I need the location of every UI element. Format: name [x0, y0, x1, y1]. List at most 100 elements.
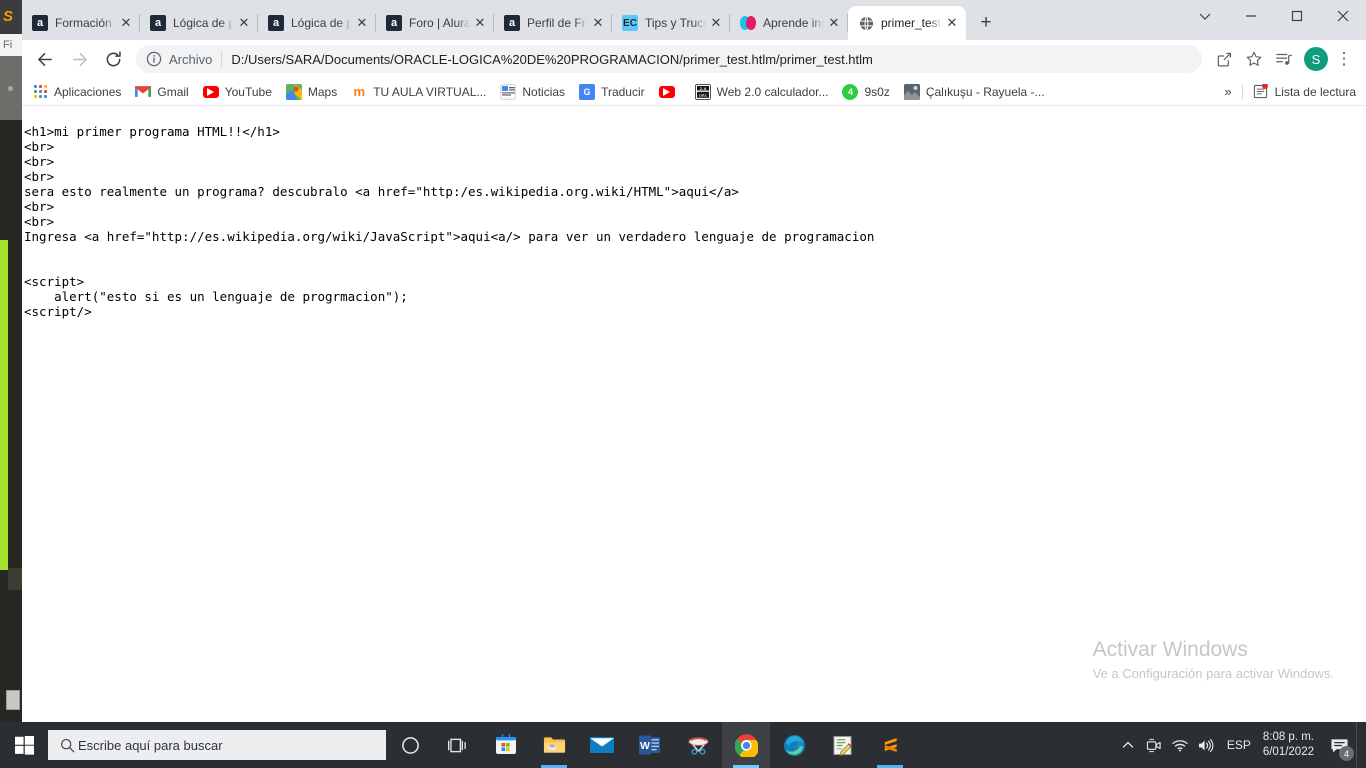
bookmark-youtube-2[interactable]	[658, 85, 681, 98]
sublime-scrollbar[interactable]	[6, 690, 20, 710]
file-explorer-icon[interactable]	[530, 722, 578, 768]
alura-icon: a	[32, 15, 48, 31]
browser-tab[interactable]: a Formación Pr ✕	[22, 6, 140, 40]
reading-list-panel-icon	[1253, 83, 1269, 100]
close-tab-icon[interactable]: ✕	[118, 15, 134, 31]
back-button[interactable]	[30, 44, 60, 74]
browser-toolbar: Archivo D:/Users/SARA/Documents/ORACLE-L…	[22, 40, 1366, 78]
edge-icon[interactable]	[770, 722, 818, 768]
mail-icon[interactable]	[578, 722, 626, 768]
minimize-window-button[interactable]	[1228, 0, 1274, 32]
chrome-menu-icon[interactable]: ⋮	[1330, 45, 1358, 73]
bookmark-label: YouTube	[224, 84, 272, 99]
tab-title: Perfil de Fran	[527, 16, 588, 30]
browser-tab-active[interactable]: primer_test.h ✕	[848, 6, 966, 40]
profile-avatar[interactable]: S	[1304, 47, 1328, 71]
google-translate-icon: G	[579, 83, 596, 100]
sublime-text-icon: S	[3, 8, 14, 25]
close-window-button[interactable]	[1320, 0, 1366, 32]
language-indicator[interactable]: ESP	[1219, 738, 1259, 752]
green-circle-icon: 4	[842, 83, 859, 100]
close-tab-icon[interactable]: ✕	[826, 15, 842, 31]
reading-list-button[interactable]: Lista de lectura	[1253, 83, 1356, 100]
globe-icon	[858, 15, 874, 31]
tray-overflow-icon[interactable]	[1115, 722, 1141, 768]
maximize-window-button[interactable]	[1274, 0, 1320, 32]
task-view-icon[interactable]	[434, 722, 482, 768]
snipping-tool-icon[interactable]	[674, 722, 722, 768]
cortana-icon[interactable]	[386, 722, 434, 768]
windows-activation-watermark: Activar Windows Ve a Configuración para …	[1093, 636, 1334, 684]
new-tab-button[interactable]: +	[972, 9, 1000, 37]
bookmark-youtube[interactable]: YouTube	[202, 84, 272, 99]
notepad-app-icon[interactable]	[818, 722, 866, 768]
bookmark-traducir[interactable]: G Traducir	[579, 83, 645, 100]
bookmark-label: Traducir	[601, 84, 645, 99]
microsoft-store-icon[interactable]	[482, 722, 530, 768]
bookmark-label: Maps	[307, 84, 338, 99]
youtube-icon	[202, 85, 219, 98]
browser-tab[interactable]: EC Tips y Trucos ✕	[612, 6, 730, 40]
speaker-icon[interactable]	[1193, 722, 1219, 768]
bookmark-label: Gmail	[157, 84, 189, 99]
browser-tab[interactable]: a Perfil de Fran ✕	[494, 6, 612, 40]
close-tab-icon[interactable]: ✕	[354, 15, 370, 31]
start-button[interactable]	[0, 722, 48, 768]
sublime-titlebar[interactable]: S	[0, 0, 22, 34]
close-tab-icon[interactable]: ✕	[472, 15, 488, 31]
browser-tab[interactable]: Aprende ingl ✕	[730, 6, 848, 40]
star-icon[interactable]	[1240, 45, 1268, 73]
forward-button[interactable]	[64, 44, 94, 74]
close-tab-icon[interactable]: ✕	[590, 15, 606, 31]
alura-icon: a	[386, 15, 402, 31]
alura-icon: a	[504, 15, 520, 31]
bookmark-label: TU AULA VIRTUAL...	[373, 84, 487, 99]
bookmark-label: Web 2.0 calculador...	[716, 84, 829, 99]
bookmark-noticias[interactable]: Noticias	[500, 83, 565, 100]
list-all-tabs-icon[interactable]	[1182, 0, 1228, 32]
google-news-icon	[500, 83, 517, 100]
alura-icon: a	[268, 15, 284, 31]
tab-title: Lógica de pro	[291, 16, 352, 30]
close-tab-icon[interactable]: ✕	[708, 15, 724, 31]
bookmarks-bar: Aplicaciones Gmail YouTube Maps m TU AUL…	[22, 78, 1366, 106]
bookmark-web20-calculator[interactable]: 2.0 calc Web 2.0 calculador...	[694, 83, 829, 100]
tab-title: Tips y Trucos	[645, 16, 706, 30]
close-tab-icon[interactable]: ✕	[944, 15, 960, 31]
close-tab-icon[interactable]: ✕	[236, 15, 252, 31]
browser-tab[interactable]: a Lógica de pro ✕	[258, 6, 376, 40]
browser-tab[interactable]: a Foro | Alura L ✕	[376, 6, 494, 40]
sublime-sidebar-handle[interactable]	[8, 86, 13, 91]
address-bar[interactable]: Archivo D:/Users/SARA/Documents/ORACLE-L…	[136, 45, 1202, 73]
chrome-icon[interactable]	[722, 722, 770, 768]
browser-tab[interactable]: a Lógica de pro ✕	[140, 6, 258, 40]
bookmark-label: Aplicaciones	[54, 84, 122, 99]
sublime-menubar[interactable]: Fi	[0, 34, 22, 56]
sublime-text-icon[interactable]	[866, 722, 914, 768]
taskbar-search-box[interactable]: Escribe aquí para buscar	[48, 730, 386, 760]
bookmark-label: Çalıkuşu - Rayuela -...	[925, 84, 1045, 99]
show-desktop-button[interactable]	[1356, 722, 1362, 768]
bookmarks-overflow-icon[interactable]: »	[1224, 84, 1231, 99]
page-viewport[interactable]: <h1>mi primer programa HTML!!</h1> <br> …	[22, 107, 1366, 722]
sublime-editor-area[interactable]	[0, 120, 22, 722]
bookmark-maps[interactable]: Maps	[285, 83, 338, 100]
sublime-text-background-window[interactable]: S Fi	[0, 0, 22, 722]
camera-icon[interactable]	[1141, 722, 1167, 768]
notifications-button[interactable]: 4	[1322, 722, 1356, 768]
page-source-text: <h1>mi primer programa HTML!!</h1> <br> …	[24, 124, 875, 319]
reload-button[interactable]	[98, 44, 128, 74]
tab-title: Formación Pr	[55, 16, 116, 30]
bookmark-apps[interactable]: Aplicaciones	[32, 84, 121, 100]
wifi-icon[interactable]	[1167, 722, 1193, 768]
bookmark-9s0z[interactable]: 4 9s0z	[842, 83, 890, 100]
notification-count-badge: 4	[1339, 746, 1354, 761]
bookmark-aula-virtual[interactable]: m TU AULA VIRTUAL...	[351, 84, 486, 100]
bookmark-calikusu[interactable]: Çalıkuşu - Rayuela -...	[903, 83, 1045, 100]
reading-list-icon[interactable]	[1270, 45, 1298, 73]
info-circle-icon[interactable]	[146, 51, 162, 67]
word-icon[interactable]: W	[626, 722, 674, 768]
taskbar-clock[interactable]: 8:08 p. m. 6/01/2022	[1259, 730, 1322, 760]
bookmark-gmail[interactable]: Gmail	[135, 84, 189, 100]
share-icon[interactable]	[1210, 45, 1238, 73]
